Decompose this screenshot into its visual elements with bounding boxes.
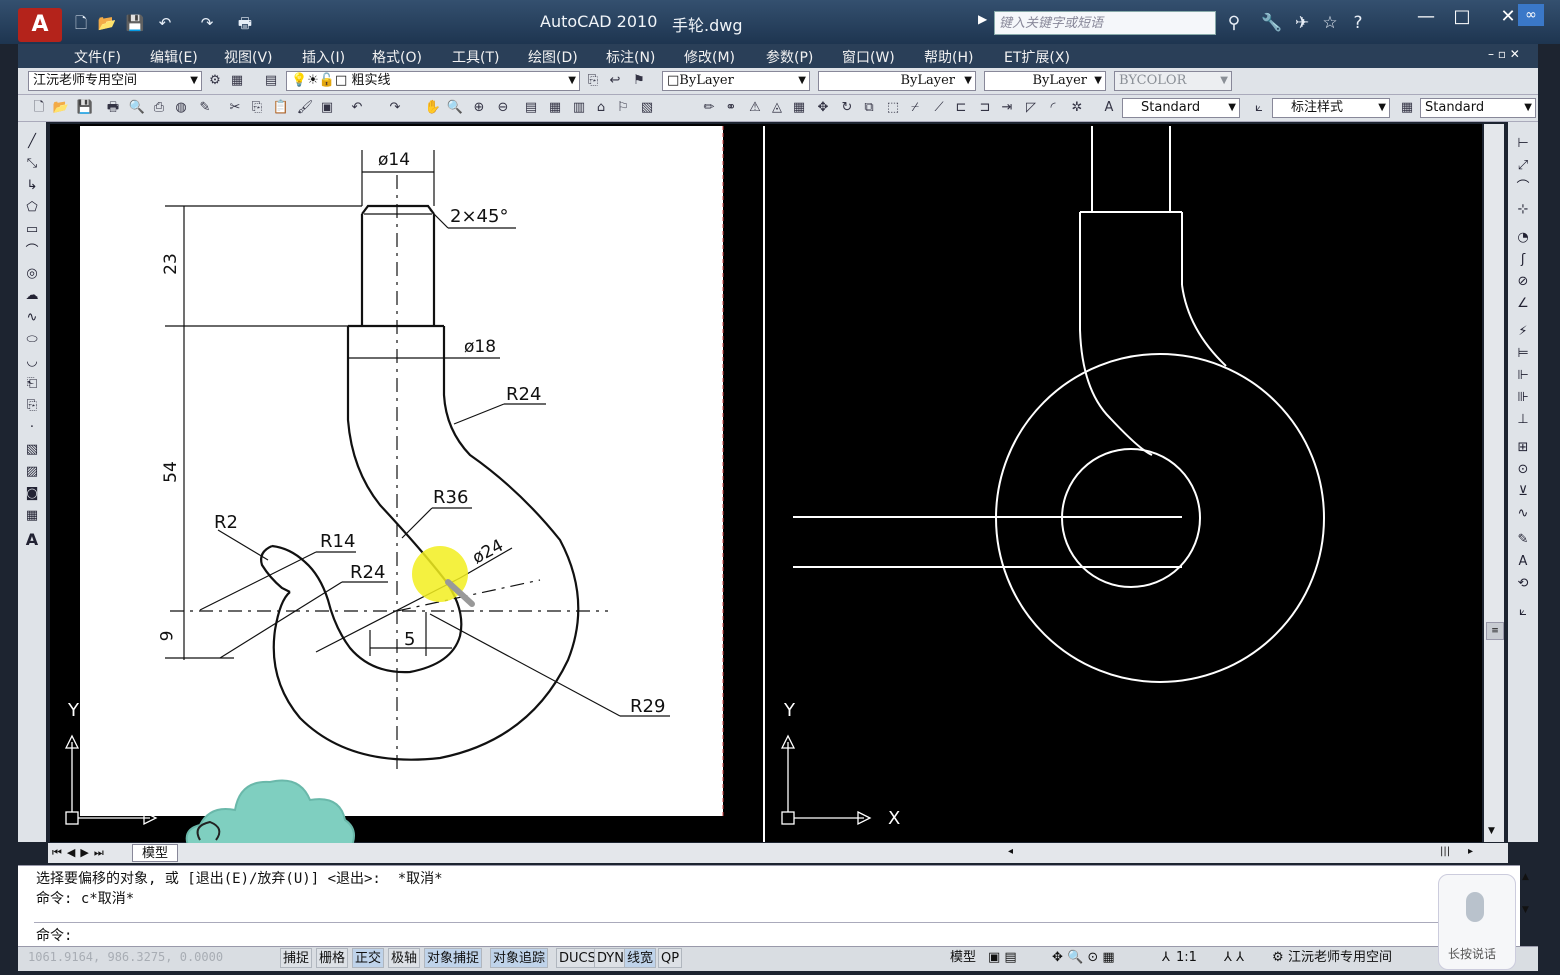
voice-input-label: 长按说话 — [1448, 947, 1497, 961]
dim-radius-r29: R29 — [630, 696, 666, 717]
toggle-snap[interactable]: 捕捉 — [280, 948, 313, 968]
quick-dim-icon[interactable]: ⚡ — [1512, 322, 1534, 342]
toggle-quick-properties[interactable]: QP — [658, 948, 683, 968]
aligned-dim-icon[interactable]: ⤢ — [1512, 156, 1534, 176]
command-history-line-1: 选择要偏移的对象, 或 [退出(E)/放弃(U)] <退出>: *取消* — [36, 871, 443, 887]
model-space-button[interactable]: 模型 — [950, 948, 976, 968]
toggle-grid[interactable]: 栅格 — [316, 948, 349, 968]
toggle-ducs[interactable]: DUCS — [556, 948, 599, 968]
horizontal-scrollbar[interactable] — [48, 843, 1508, 863]
annotation-scale-icon[interactable]: ⅄ — [1162, 948, 1170, 968]
ucs-icon-left — [64, 734, 158, 826]
diameter-dim-icon[interactable]: ⊘ — [1512, 272, 1534, 292]
quick-view-layouts-icon[interactable]: ▣ ▤ — [988, 948, 1017, 968]
ucs-icon-right — [780, 734, 872, 826]
vertical-scroll-thumb[interactable]: ≡ — [1486, 622, 1504, 640]
ucs-x-label-right: X — [888, 808, 901, 829]
toggle-dyn[interactable]: DYN — [594, 948, 627, 968]
arc-length-icon[interactable]: ⌒ — [1512, 178, 1534, 198]
linear-dim-icon[interactable]: ⊢ — [1512, 134, 1534, 154]
dim-radius-r24-top: R24 — [506, 384, 542, 405]
toggle-lineweight[interactable]: 线宽 — [624, 948, 657, 968]
cad-hook-geometry — [793, 126, 1325, 683]
dim-height-23: 23 — [160, 253, 181, 275]
dim-shoulder-diameter: ø18 — [464, 337, 497, 357]
radius-dim-icon[interactable]: ◔ — [1512, 228, 1534, 248]
angular-dim-icon[interactable]: ∠ — [1512, 294, 1534, 314]
dim-text-edit-icon[interactable]: A — [1512, 552, 1534, 572]
command-prompt[interactable]: 命令: — [36, 925, 72, 945]
dim-chamfer: 2×45° — [450, 206, 509, 227]
layout-nav-arrows-icon[interactable]: ⏮◀▶⏭ — [52, 846, 109, 860]
toggle-otrack[interactable]: 对象追踪 — [490, 948, 549, 968]
jogged-linear-icon[interactable]: ∿ — [1512, 504, 1534, 524]
horizontal-scroll-thumb[interactable]: ||| — [1440, 846, 1450, 857]
scroll-left-arrow-icon[interactable]: ◂ — [1008, 846, 1013, 857]
toggle-polar[interactable]: 极轴 — [388, 948, 421, 968]
dim-height-9: 9 — [157, 630, 178, 642]
inspection-icon[interactable]: ⊻ — [1512, 482, 1534, 502]
ucs-y-label-left: Y — [68, 700, 79, 721]
dim-edit-icon[interactable]: ✎ — [1512, 530, 1534, 550]
command-separator — [34, 922, 1502, 923]
jogged-dim-icon[interactable]: ʃ — [1512, 250, 1534, 270]
vertical-scrollbar[interactable] — [1484, 124, 1504, 842]
workspace-switch-icon[interactable]: ⚙ — [1272, 948, 1284, 968]
command-history-line-2: 命令: c*取消* — [36, 891, 135, 907]
scroll-down-arrow-icon[interactable]: ▼ — [1488, 826, 1495, 836]
cursor-coordinates[interactable]: 1061.9164, 986.3275, 0.0000 — [28, 950, 223, 964]
tab-model[interactable]: 模型 — [132, 844, 178, 862]
microphone-icon[interactable] — [1466, 892, 1484, 922]
annotation-scale[interactable]: 1:1 — [1176, 948, 1197, 968]
ucs-y-label-right: Y — [784, 700, 795, 721]
center-mark-icon[interactable]: ⊙ — [1512, 460, 1534, 480]
dim-break-icon[interactable]: ⊥ — [1512, 410, 1534, 430]
dim-radius-r24-low: R24 — [350, 562, 386, 583]
tolerance-icon[interactable]: ⊞ — [1512, 438, 1534, 458]
dim-offset-5: 5 — [404, 629, 416, 650]
dim-shaft-diameter: ø14 — [378, 150, 411, 170]
dim-radius-r14: R14 — [320, 531, 356, 552]
annotation-visibility-icons[interactable]: ⅄ ⅄ — [1224, 948, 1244, 968]
scroll-right-arrow-icon[interactable]: ▸ — [1468, 846, 1473, 857]
command-scroll-down-icon[interactable]: ▼ — [1522, 905, 1529, 915]
dim-radius-r2: R2 — [214, 512, 238, 533]
status-workspace[interactable]: 江沅老师专用空间 — [1288, 948, 1392, 968]
toggle-osnap[interactable]: 对象捕捉 — [424, 948, 483, 968]
ordinate-dim-icon[interactable]: ⊹ — [1512, 200, 1534, 220]
hook-drawing — [260, 204, 580, 761]
toggle-ortho[interactable]: 正交 — [352, 948, 385, 968]
dim-space-icon[interactable]: ⊪ — [1512, 388, 1534, 408]
dim-style-icon[interactable]: ⟀ — [1512, 602, 1534, 622]
dim-height-54: 54 — [160, 461, 181, 483]
baseline-dim-icon[interactable]: ⊨ — [1512, 344, 1534, 364]
command-scroll-up-icon[interactable]: ▲ — [1522, 872, 1529, 882]
dim-radius-r36: R36 — [433, 487, 469, 508]
continue-dim-icon[interactable]: ⊩ — [1512, 366, 1534, 386]
dim-update-icon[interactable]: ⟲ — [1512, 574, 1534, 594]
pan-zoom-icons[interactable]: ✥ 🔍 ⊙ ▦ — [1052, 948, 1115, 968]
